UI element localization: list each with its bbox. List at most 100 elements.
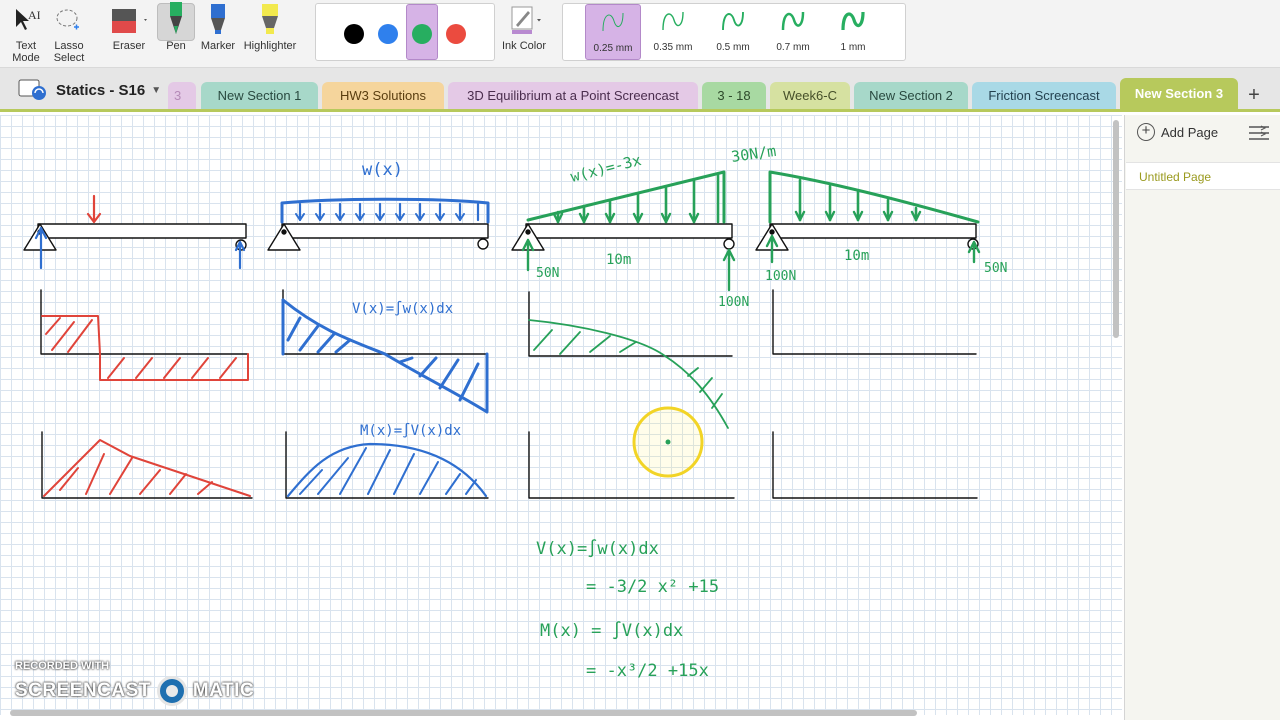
eq-line-1: V(x)=∫w(x)dx (536, 539, 659, 559)
eq-line-2: = -3/2 x² +15 (586, 577, 719, 597)
tab-section-5[interactable]: Week6-C (770, 82, 850, 109)
marker-icon (203, 0, 233, 40)
lasso-label-2: Select (53, 52, 85, 64)
stroke-label-1: 0.25 mm (593, 43, 633, 54)
watermark-right: MATIC (192, 680, 255, 701)
tab-label: Friction Screencast (988, 88, 1100, 103)
vertical-scrollbar[interactable] (1113, 120, 1119, 338)
horizontal-scrollbar[interactable] (10, 710, 917, 716)
stroke-option-2[interactable]: 0.35 mm (645, 4, 701, 60)
eraser-button[interactable]: Eraser (108, 0, 150, 66)
label-r50a: 50N (536, 266, 559, 281)
color-swatch-black[interactable] (344, 24, 364, 44)
highlighter-label: Highlighter (243, 40, 297, 52)
svg-text:AI: AI (28, 8, 40, 22)
tab-section-6[interactable]: New Section 2 (854, 82, 968, 109)
ink-color-label: Ink Color (501, 40, 547, 52)
beam-1 (23, 223, 247, 251)
label-r100b: 100N (765, 269, 796, 284)
label-wx-eq: w(x)=-3x (569, 151, 643, 186)
color-palette (315, 3, 495, 61)
stroke-sample-icon (781, 11, 805, 31)
eraser-label: Eraser (112, 40, 146, 52)
color-swatch-blue[interactable] (378, 24, 398, 44)
color-swatch-red[interactable] (446, 24, 466, 44)
tab-label: New Section 1 (217, 88, 302, 103)
stroke-sample-icon (722, 11, 744, 31)
onenote-window: AI Text Mode Lasso Select Eraser Pen Mar… (0, 0, 1280, 720)
tab-section-8[interactable]: New Section 3 (1120, 78, 1238, 109)
watermark-left: SCREENCAST (15, 680, 151, 701)
label-r100a: 100N (718, 295, 749, 310)
add-section-button[interactable]: + (1242, 84, 1266, 108)
ink-drawing: w(x) w(x)=-3x 30N/m 10m 10m 50N 100N 100… (23, 142, 1007, 681)
stroke-option-5[interactable]: 1 mm (825, 4, 881, 60)
label-m-integral: M(x)=∫V(x)dx (360, 422, 461, 439)
stroke-sample-icon (841, 11, 865, 31)
tab-label: 3D Equilibrium at a Point Screencast (467, 88, 679, 103)
draw-toolbar: AI Text Mode Lasso Select Eraser Pen Mar… (0, 0, 1280, 68)
stroke-sample-icon (602, 12, 624, 32)
notebook-switcher[interactable]: Statics - S16 ▼ (18, 78, 161, 102)
stroke-label-2: 0.35 mm (653, 42, 693, 53)
ink-color-icon (504, 0, 544, 40)
color-swatch-green[interactable] (412, 24, 432, 44)
add-page-button[interactable]: + Add Page (1137, 123, 1218, 141)
tab-label: 3 - 18 (717, 88, 751, 103)
text-cursor-icon: AI (12, 0, 40, 40)
eq-line-3: M(x) = ∫V(x)dx (540, 621, 683, 641)
page-item[interactable]: Untitled Page (1126, 162, 1280, 190)
highlighter-icon (255, 0, 285, 40)
stroke-option-1[interactable]: 0.25 mm (585, 4, 641, 60)
label-len-2: 10m (844, 248, 869, 264)
text-mode-label-2: Mode (12, 52, 40, 64)
point-load-arrow (86, 194, 102, 224)
marker-label: Marker (200, 40, 236, 52)
add-page-label: Add Page (1161, 124, 1219, 140)
marker-button[interactable]: Marker (198, 0, 238, 66)
ink-color-button[interactable]: Ink Color (498, 0, 550, 66)
tab-label: New Section 3 (1134, 86, 1224, 101)
watermark-recorded: RECORDED WITH (15, 660, 110, 672)
pen-button[interactable]: Pen (157, 0, 195, 66)
section-tab-bar: Statics - S16 ▼ 3 New Section 1 HW3 Solut… (0, 68, 1280, 112)
lasso-label-1: Lasso (54, 40, 84, 52)
tab-label: Week6-C (783, 88, 837, 103)
eq-line-4: = -x³/2 +15x (586, 661, 709, 681)
lasso-select-button[interactable]: Lasso Select (50, 0, 88, 66)
tab-section-1[interactable]: New Section 1 (201, 82, 318, 109)
stroke-label-4: 0.7 mm (776, 42, 810, 53)
text-mode-button[interactable]: AI Text Mode (8, 0, 44, 66)
screencast-logo-icon (156, 676, 187, 706)
page-list-panel: + Add Page Untitled Page (1124, 115, 1280, 720)
eraser-icon (108, 0, 150, 40)
stroke-width-picker: 0.25 mm 0.35 mm 0.5 mm 0.7 mm 1 mm (562, 3, 906, 61)
highlighter-button[interactable]: Highlighter (240, 0, 300, 66)
lasso-icon (54, 0, 84, 40)
reaction-arrow-2 (234, 240, 246, 270)
tab-section-4[interactable]: 3 - 18 (702, 82, 766, 109)
stroke-label-5: 1 mm (840, 42, 866, 53)
notebook-title: Statics - S16 (56, 81, 146, 99)
tab-label: HW3 Solutions (340, 88, 426, 103)
stroke-option-4[interactable]: 0.7 mm (765, 4, 821, 60)
tab-partial[interactable]: 3 (168, 82, 196, 109)
tab-label: New Section 2 (869, 88, 953, 103)
tab-section-7[interactable]: Friction Screencast (972, 82, 1116, 109)
text-mode-label-1: Text (15, 40, 37, 52)
label-len-1: 10m (606, 252, 631, 268)
stroke-label-3: 0.5 mm (716, 42, 750, 53)
pen-label: Pen (166, 40, 186, 52)
label-wx: w(x) (362, 160, 403, 180)
label-30n: 30N/m (730, 142, 777, 166)
label-v-integral: V(x)=∫w(x)dx (352, 300, 453, 317)
page-canvas[interactable]: w(x) w(x)=-3x 30N/m 10m 10m 50N 100N 100… (0, 115, 1122, 715)
tab-section-2[interactable]: HW3 Solutions (322, 82, 444, 109)
tab-section-3[interactable]: 3D Equilibrium at a Point Screencast (448, 82, 698, 109)
notebook-sync-icon (18, 79, 46, 100)
screencast-watermark: RECORDED WITH SCREENCAST MATIC (15, 660, 254, 706)
label-r50b: 50N (984, 261, 1007, 276)
sort-pages-icon[interactable] (1247, 125, 1271, 148)
pen-icon (161, 0, 191, 40)
stroke-option-3[interactable]: 0.5 mm (705, 4, 761, 60)
